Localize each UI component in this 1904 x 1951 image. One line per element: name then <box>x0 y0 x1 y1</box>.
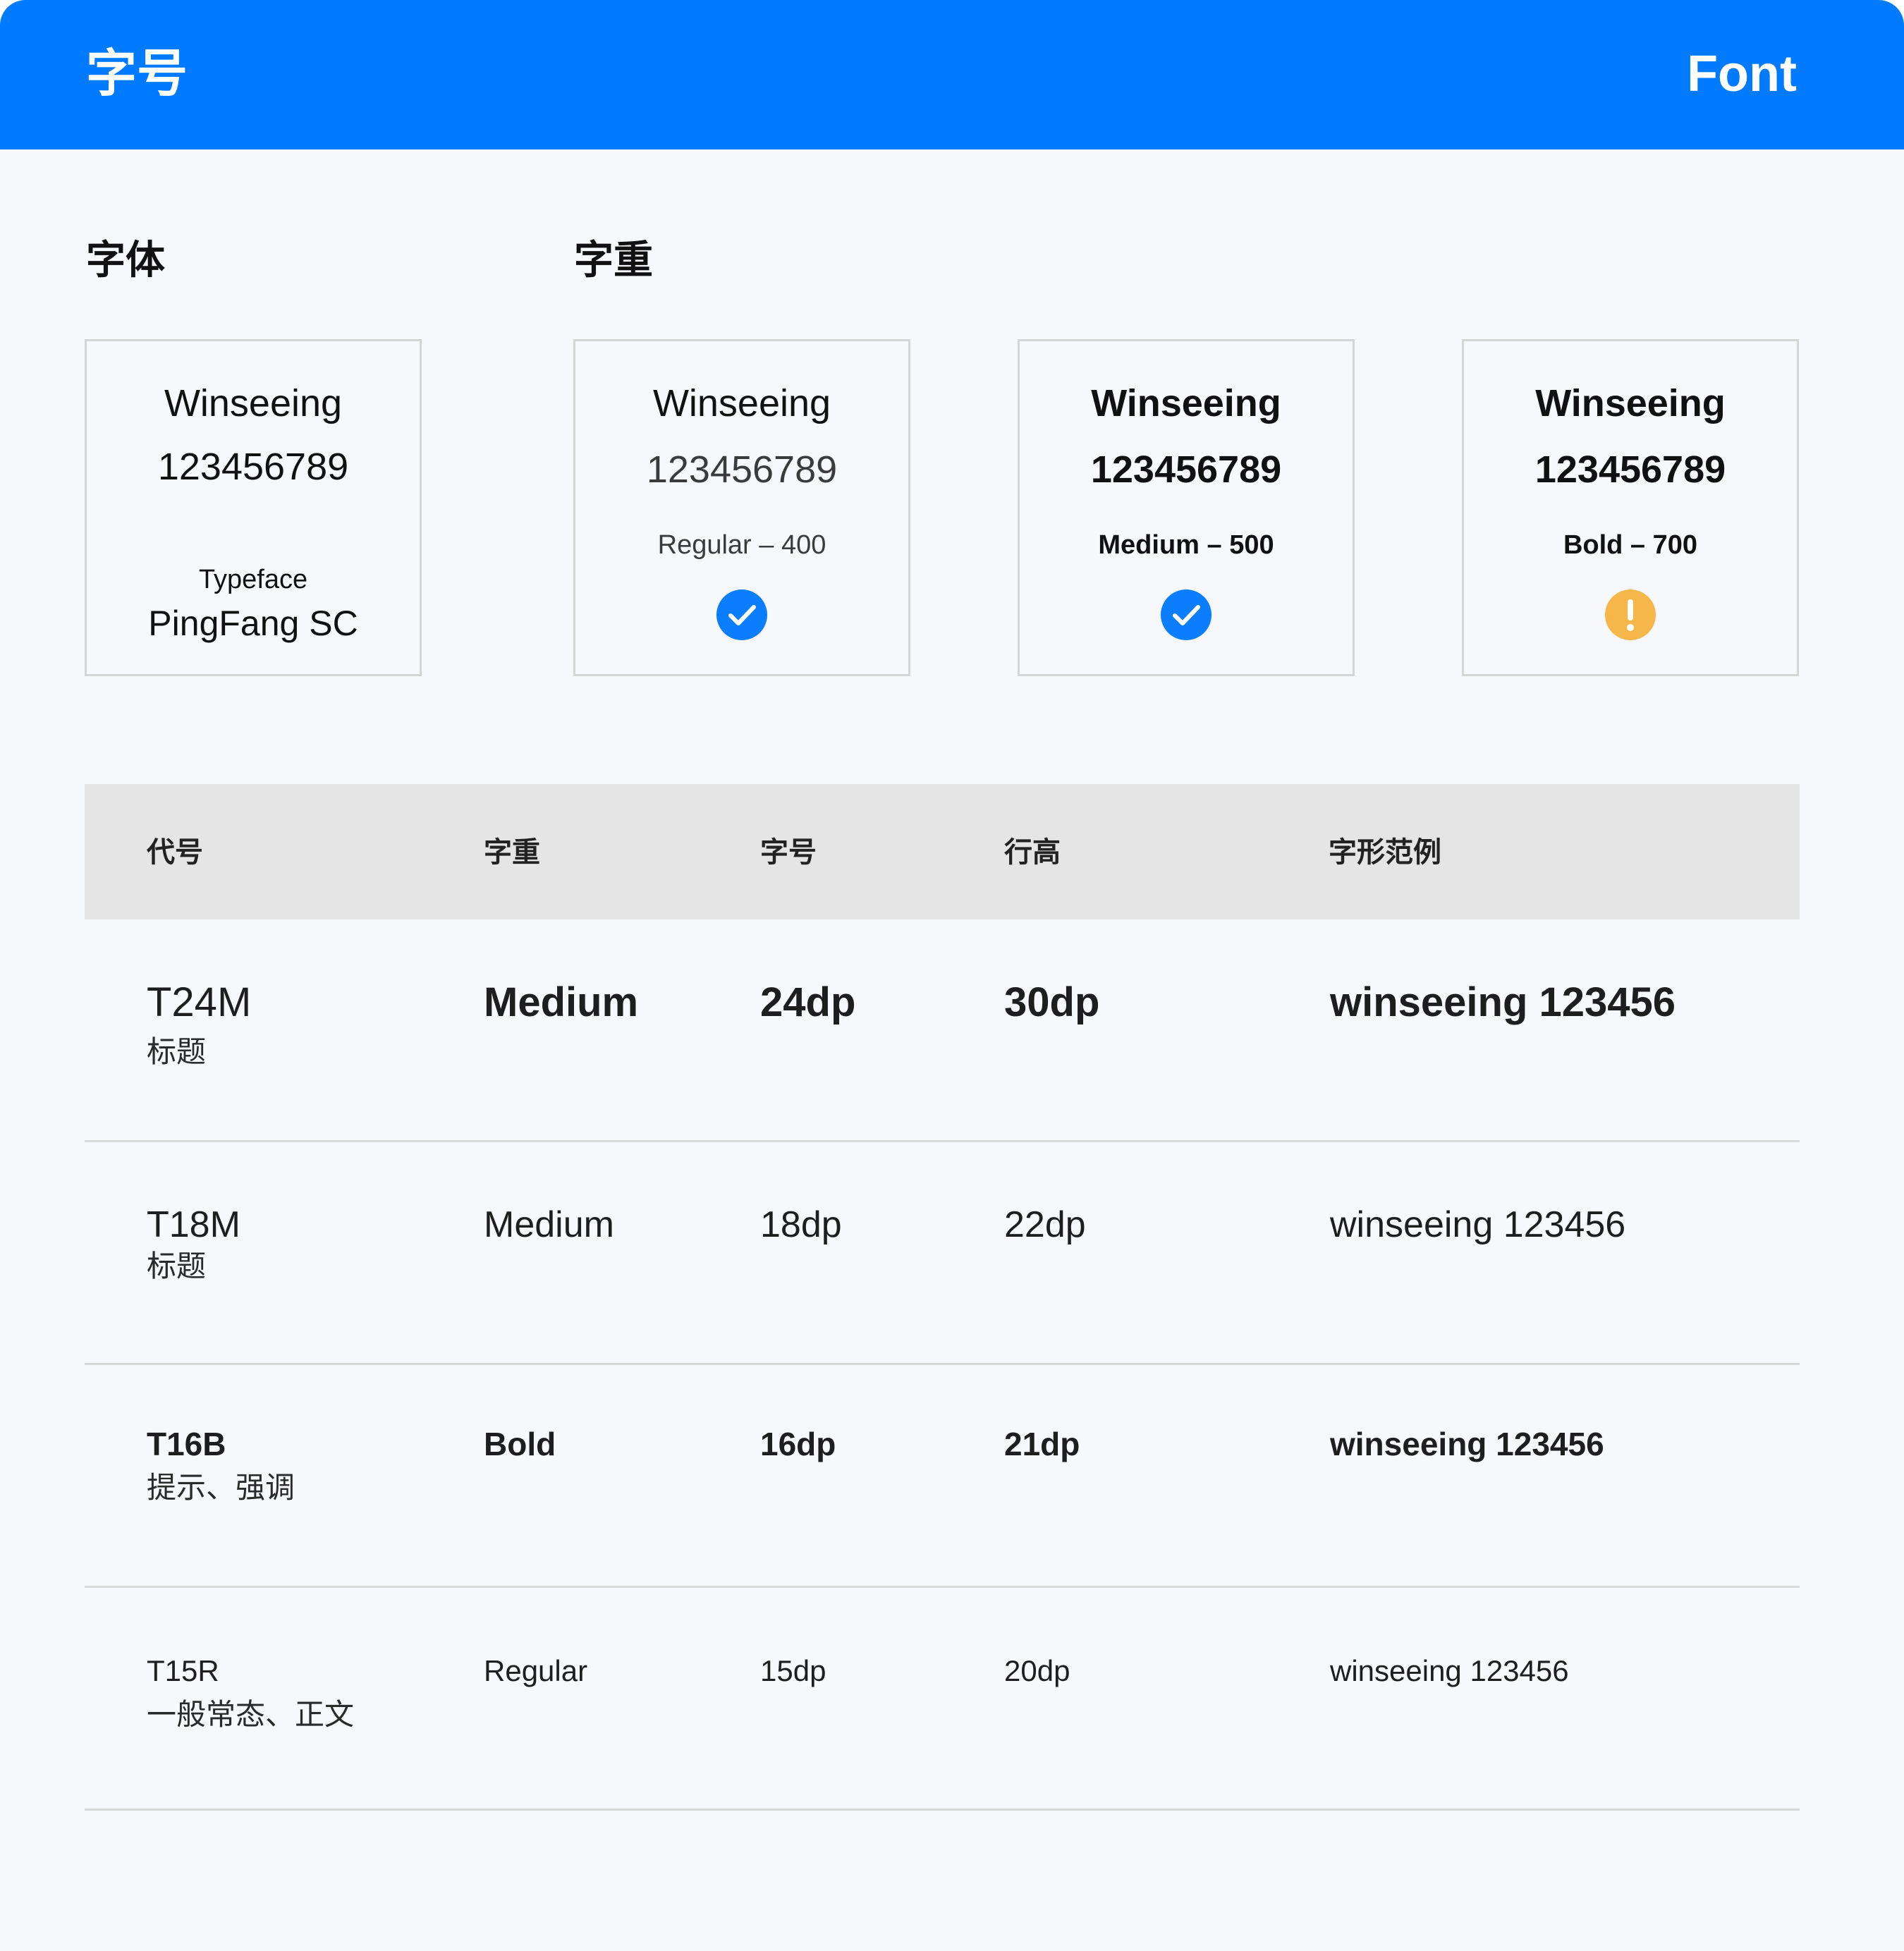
header-bar: 字号 Font <box>0 0 1904 149</box>
medium-weight-label: Medium – 500 <box>1098 530 1274 560</box>
font-spec-page: 字号 Font 字体 字重 Winseeing 123456789 Typefa… <box>0 0 1904 1951</box>
row-weight: Medium <box>484 979 639 1025</box>
row-code: T16B <box>147 1426 226 1462</box>
typeface-sample-text: Winseeing <box>164 382 343 424</box>
check-circle-icon <box>716 589 767 640</box>
bold-sample-text: Winseeing <box>1535 382 1726 424</box>
table-header-weight: 字重 <box>484 837 540 868</box>
bold-weight-card: Winseeing 123456789 Bold – 700 <box>1462 339 1799 676</box>
row-code: T18M <box>147 1204 240 1245</box>
typeface-digits-text: 123456789 <box>157 446 349 488</box>
table-row: T16B 提示、强调 Bold 16dp 21dp winseeing 1234… <box>85 1365 1800 1588</box>
row-example: winseeing 123456 <box>1330 979 1676 1025</box>
table-row: T24M 标题 Medium 24dp 30dp winseeing 12345… <box>85 919 1800 1142</box>
medium-digits-text: 123456789 <box>1090 448 1282 491</box>
typeface-card: Winseeing 123456789 Typeface PingFang SC <box>85 339 422 676</box>
table-row: T18M 标题 Medium 18dp 22dp winseeing 12345… <box>85 1142 1800 1365</box>
header-font-label: Font <box>1687 46 1797 102</box>
row-example: winseeing 123456 <box>1330 1204 1626 1245</box>
weight-section-title: 字重 <box>574 238 653 282</box>
row-usage: 标题 <box>147 1035 207 1068</box>
row-weight: Medium <box>484 1204 614 1245</box>
regular-weight-label: Regular – 400 <box>657 530 826 560</box>
table-header-example: 字形范例 <box>1329 837 1441 868</box>
row-usage: 一般常态、正文 <box>147 1698 355 1731</box>
row-example: winseeing 123456 <box>1330 1654 1569 1687</box>
row-line-height: 21dp <box>1004 1426 1080 1462</box>
row-size: 18dp <box>760 1204 842 1245</box>
check-circle-icon <box>1161 589 1212 640</box>
typeface-label: Typeface <box>198 565 308 594</box>
medium-sample-text: Winseeing <box>1091 382 1281 424</box>
bold-digits-text: 123456789 <box>1534 448 1726 491</box>
row-example: winseeing 123456 <box>1330 1426 1604 1462</box>
regular-digits-text: 123456789 <box>646 448 838 491</box>
table-header-row: 代号 字重 字号 行高 字形范例 <box>85 784 1800 919</box>
medium-weight-card: Winseeing 123456789 Medium – 500 <box>1018 339 1355 676</box>
warning-circle-icon <box>1605 589 1656 640</box>
row-code: T15R <box>147 1654 219 1687</box>
table-header-size: 字号 <box>760 837 817 868</box>
row-usage: 标题 <box>147 1249 207 1283</box>
table-row: T15R 一般常态、正文 Regular 15dp 20dp winseeing… <box>85 1588 1800 1811</box>
table-header-line-height: 行高 <box>1004 837 1061 868</box>
typeface-value: PingFang SC <box>148 604 358 643</box>
row-line-height: 22dp <box>1004 1204 1086 1245</box>
row-weight: Regular <box>484 1654 588 1687</box>
bold-weight-label: Bold – 700 <box>1563 530 1698 560</box>
row-weight: Bold <box>484 1426 556 1462</box>
row-size: 16dp <box>760 1426 836 1462</box>
row-size: 15dp <box>760 1654 826 1687</box>
row-line-height: 30dp <box>1004 979 1100 1025</box>
row-usage: 提示、强调 <box>147 1471 295 1504</box>
row-size: 24dp <box>760 979 856 1025</box>
regular-weight-card: Winseeing 123456789 Regular – 400 <box>573 339 910 676</box>
typeface-section-title: 字体 <box>86 238 165 282</box>
row-code: T24M <box>147 979 252 1025</box>
header-title: 字号 <box>86 46 188 102</box>
regular-sample-text: Winseeing <box>652 382 831 424</box>
table-header-code: 代号 <box>147 837 203 868</box>
row-line-height: 20dp <box>1004 1654 1070 1687</box>
